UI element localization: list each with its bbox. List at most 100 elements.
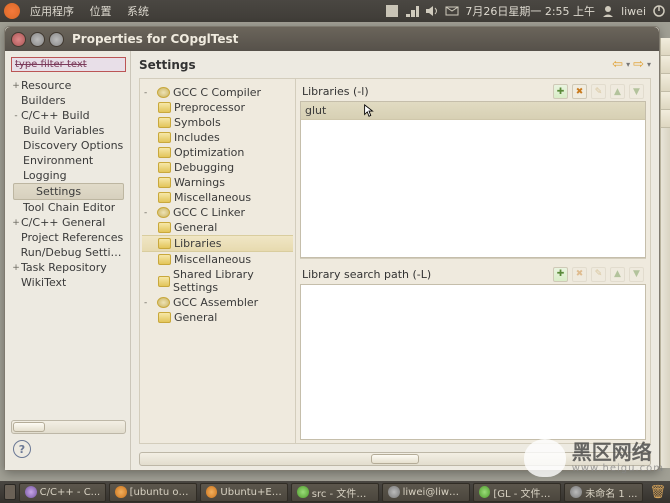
forward-menu[interactable]: ▾ bbox=[647, 60, 651, 69]
clock[interactable]: 7月26日星期一 2:55 上午 bbox=[465, 3, 595, 19]
add-path-button[interactable]: ✚ bbox=[553, 267, 568, 282]
nav-item[interactable]: Build Variables bbox=[11, 123, 126, 138]
libraries-panel: Libraries (-l) ✚ ✖ ✎ ▲ ▼ glut bbox=[300, 82, 646, 259]
nav-item[interactable]: Environment bbox=[11, 153, 126, 168]
nav-scrollbar[interactable] bbox=[11, 420, 126, 434]
desktop-taskbar: C/C++ - C...[ubuntu op...Ubuntu+Ec...src… bbox=[0, 481, 670, 503]
path-move-down-button[interactable]: ▼ bbox=[629, 267, 644, 282]
back-menu[interactable]: ▾ bbox=[626, 60, 630, 69]
power-icon[interactable] bbox=[652, 4, 666, 18]
nav-item[interactable]: WikiText bbox=[11, 275, 126, 290]
folder-icon bbox=[158, 238, 171, 249]
folder-icon bbox=[158, 132, 171, 143]
taskbar-task[interactable]: Ubuntu+Ec... bbox=[200, 483, 288, 502]
forward-button[interactable]: ⇨ bbox=[633, 57, 644, 72]
folder-icon bbox=[158, 312, 171, 323]
taskbar-task[interactable]: liwei@liwei... bbox=[382, 483, 470, 502]
add-library-button[interactable]: ✚ bbox=[553, 84, 568, 99]
nav-item[interactable]: Project References bbox=[11, 230, 126, 245]
maximize-button[interactable] bbox=[49, 32, 64, 47]
nav-item[interactable]: +Resource bbox=[11, 78, 126, 93]
library-search-path-panel: Library search path (-L) ✚ ✖ ✎ ▲ ▼ bbox=[300, 265, 646, 441]
taskbar-task[interactable]: 未命名 1 ... bbox=[564, 483, 643, 502]
folder-icon bbox=[158, 177, 171, 188]
folder-icon bbox=[158, 254, 171, 265]
nav-tree[interactable]: +ResourceBuilders-C/C++ BuildBuild Varia… bbox=[11, 78, 126, 416]
folder-icon bbox=[158, 162, 171, 173]
remove-path-button[interactable]: ✖ bbox=[572, 267, 587, 282]
move-down-button[interactable]: ▼ bbox=[629, 84, 644, 99]
tree-node[interactable]: Miscellaneous bbox=[142, 190, 293, 205]
nav-item[interactable]: Tool Chain Editor bbox=[11, 200, 126, 215]
back-button[interactable]: ⇦ bbox=[612, 57, 623, 72]
right-sidebar-sliver bbox=[660, 38, 670, 468]
tree-node[interactable]: General bbox=[142, 310, 293, 325]
tree-node[interactable]: Debugging bbox=[142, 160, 293, 175]
nav-item[interactable]: Builders bbox=[11, 93, 126, 108]
tree-node[interactable]: Optimization bbox=[142, 145, 293, 160]
folder-icon bbox=[158, 192, 171, 203]
window-titlebar[interactable]: Properties for COpglTest bbox=[5, 27, 659, 51]
app-icon[interactable] bbox=[385, 4, 399, 18]
tree-node[interactable]: -GCC C Compiler bbox=[142, 85, 293, 100]
trash-icon[interactable]: 🗑 bbox=[649, 484, 666, 500]
tree-node[interactable]: General bbox=[142, 220, 293, 235]
remove-library-button[interactable]: ✖ bbox=[572, 84, 587, 99]
nav-item[interactable]: Discovery Options bbox=[11, 138, 126, 153]
edit-library-button[interactable]: ✎ bbox=[591, 84, 606, 99]
user-icon[interactable] bbox=[601, 4, 615, 18]
tree-node[interactable]: Shared Library Settings bbox=[142, 267, 293, 295]
content-scrollbar[interactable] bbox=[139, 452, 651, 466]
libraries-list[interactable]: glut bbox=[300, 101, 646, 258]
menu-apps[interactable]: 应用程序 bbox=[30, 5, 74, 18]
nav-item[interactable]: +Task Repository bbox=[11, 260, 126, 275]
page-title: Settings bbox=[139, 58, 196, 72]
window-title: Properties for COpglTest bbox=[72, 32, 238, 46]
taskbar-task[interactable]: [ubuntu op... bbox=[109, 483, 197, 502]
library-search-path-list[interactable] bbox=[300, 284, 646, 441]
desktop-top-panel: 应用程序 位置 系统 7月26日星期一 2:55 上午 liwei bbox=[0, 0, 670, 22]
help-button[interactable]: ? bbox=[13, 440, 31, 458]
tree-node[interactable]: Miscellaneous bbox=[142, 252, 293, 267]
tree-node[interactable]: Libraries bbox=[142, 235, 293, 252]
close-button[interactable] bbox=[11, 32, 26, 47]
volume-icon[interactable] bbox=[425, 4, 439, 18]
nav-item[interactable]: +C/C++ General bbox=[11, 215, 126, 230]
settings-tree[interactable]: -GCC C CompilerPreprocessorSymbolsInclud… bbox=[140, 79, 296, 443]
mail-icon[interactable] bbox=[445, 4, 459, 18]
nav-item[interactable]: Logging bbox=[11, 168, 126, 183]
list-item[interactable]: glut bbox=[301, 102, 645, 120]
libraries-label: Libraries (-l) bbox=[302, 85, 369, 98]
gear-icon bbox=[157, 87, 170, 98]
taskbar-task[interactable]: [GL - 文件浏... bbox=[473, 483, 561, 502]
folder-icon bbox=[158, 147, 171, 158]
nav-pane: type filter text +ResourceBuilders-C/C++… bbox=[5, 51, 131, 470]
ubuntu-logo-icon bbox=[4, 3, 20, 19]
tree-node[interactable]: Includes bbox=[142, 130, 293, 145]
taskbar-task[interactable]: C/C++ - C... bbox=[19, 483, 107, 502]
cursor-icon bbox=[363, 104, 375, 118]
minimize-button[interactable] bbox=[30, 32, 45, 47]
folder-icon bbox=[158, 102, 171, 113]
taskbar-task[interactable]: src - 文件浏... bbox=[291, 483, 379, 502]
menu-places[interactable]: 位置 bbox=[90, 5, 112, 18]
tree-node[interactable]: Preprocessor bbox=[142, 100, 293, 115]
tree-node[interactable]: -GCC Assembler bbox=[142, 295, 293, 310]
tree-node[interactable]: Warnings bbox=[142, 175, 293, 190]
move-up-button[interactable]: ▲ bbox=[610, 84, 625, 99]
nav-item[interactable]: Run/Debug Settings bbox=[11, 245, 126, 260]
user-name[interactable]: liwei bbox=[621, 5, 646, 18]
folder-icon bbox=[158, 276, 170, 287]
filter-input[interactable]: type filter text bbox=[11, 57, 126, 72]
path-move-up-button[interactable]: ▲ bbox=[610, 267, 625, 282]
tree-node[interactable]: -GCC C Linker bbox=[142, 205, 293, 220]
network-icon[interactable] bbox=[405, 4, 419, 18]
gear-icon bbox=[157, 207, 170, 218]
edit-path-button[interactable]: ✎ bbox=[591, 267, 606, 282]
nav-item[interactable]: Settings bbox=[13, 183, 124, 200]
desktop-menus[interactable]: 应用程序 位置 系统 bbox=[24, 3, 155, 19]
menu-system[interactable]: 系统 bbox=[127, 5, 149, 18]
nav-item[interactable]: -C/C++ Build bbox=[11, 108, 126, 123]
tree-node[interactable]: Symbols bbox=[142, 115, 293, 130]
show-desktop-button[interactable] bbox=[4, 484, 16, 500]
